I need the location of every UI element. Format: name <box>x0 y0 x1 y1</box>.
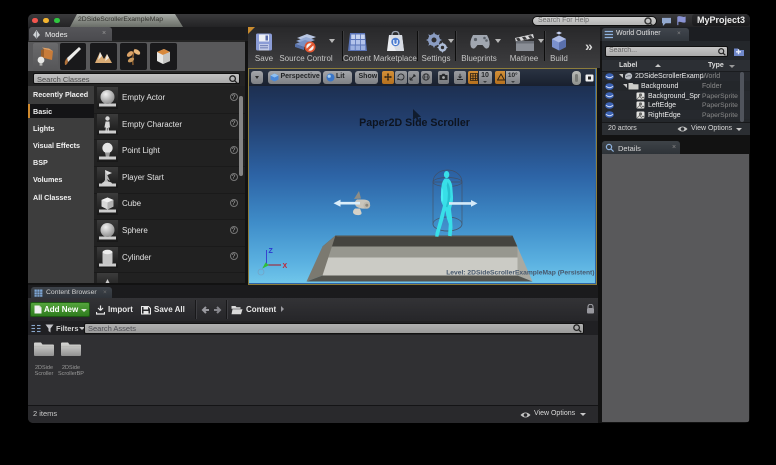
svg-text:Level: 2DSideScrollerExampleMa: Level: 2DSideScrollerExampleMap (Persist… <box>446 270 594 277</box>
svg-text:Z: Z <box>269 248 274 255</box>
svg-text:X: X <box>283 263 288 270</box>
